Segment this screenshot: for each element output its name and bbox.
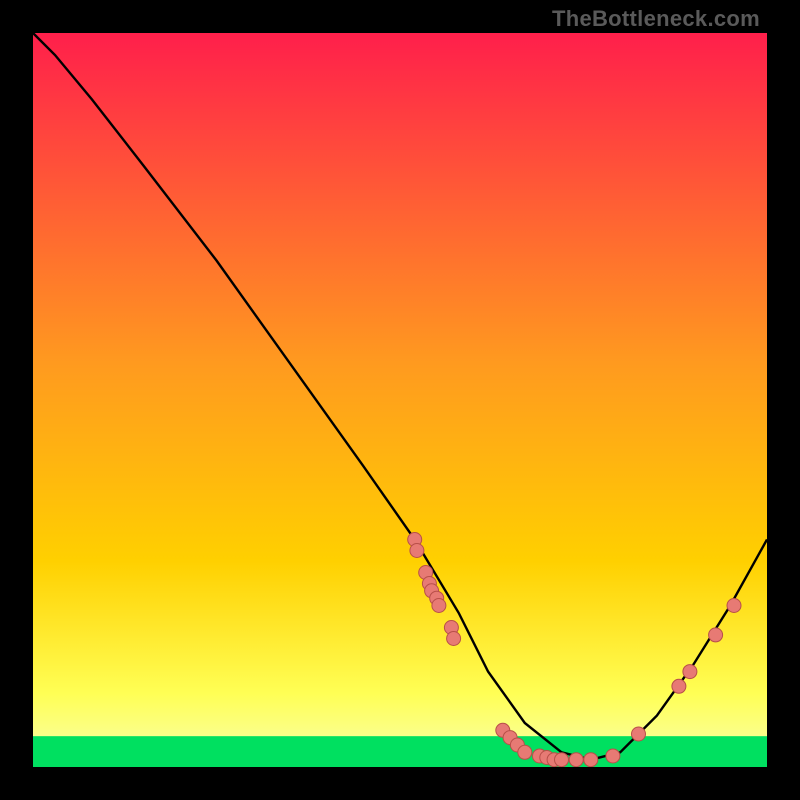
data-point bbox=[518, 745, 532, 759]
data-point bbox=[569, 753, 583, 767]
data-point bbox=[683, 665, 697, 679]
data-point bbox=[632, 727, 646, 741]
green-band bbox=[33, 736, 767, 767]
data-point bbox=[672, 679, 686, 693]
data-point bbox=[432, 599, 446, 613]
watermark-text: TheBottleneck.com bbox=[552, 6, 760, 32]
data-point bbox=[555, 753, 569, 767]
data-point bbox=[709, 628, 723, 642]
data-point bbox=[410, 544, 424, 558]
data-point bbox=[606, 749, 620, 763]
data-point bbox=[727, 599, 741, 613]
data-point bbox=[447, 632, 461, 646]
chart-plot-area bbox=[33, 33, 767, 767]
data-point bbox=[584, 753, 598, 767]
gradient-background bbox=[33, 33, 767, 767]
chart-svg bbox=[33, 33, 767, 767]
